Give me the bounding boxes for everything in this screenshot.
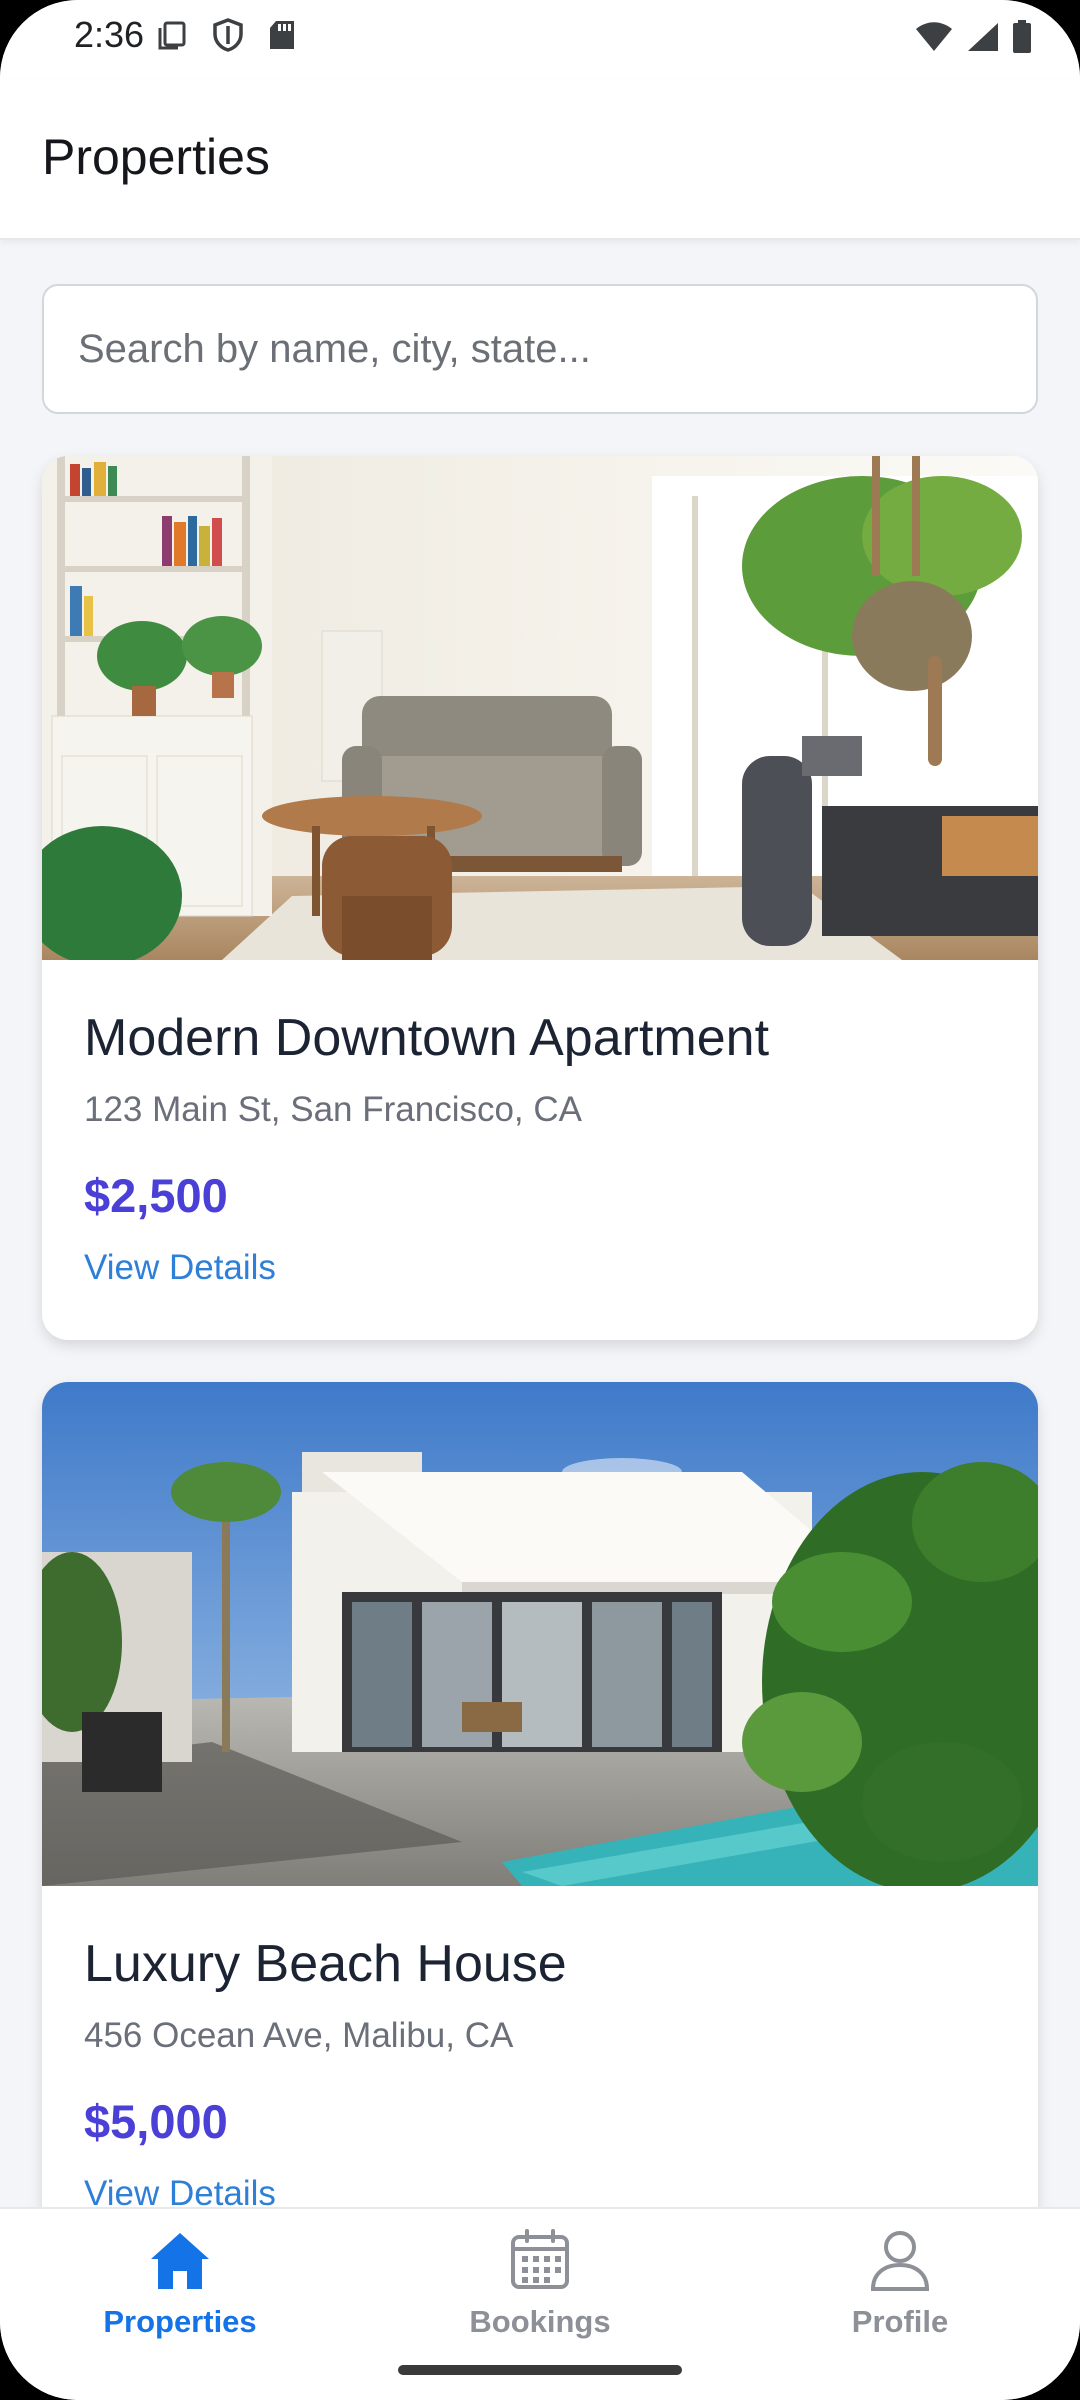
battery-icon bbox=[1012, 20, 1032, 59]
nav-item-properties[interactable]: Properties bbox=[30, 2229, 330, 2359]
property-title: Modern Downtown Apartment bbox=[84, 1009, 770, 1067]
search-input[interactable] bbox=[44, 286, 1036, 412]
property-price: $2,500 bbox=[84, 1169, 228, 1222]
nav-label: Profile bbox=[851, 2304, 949, 2339]
living-room-photo bbox=[42, 456, 1038, 960]
property-title: Luxury Beach House bbox=[84, 1935, 567, 1993]
sd-card-icon bbox=[268, 19, 296, 56]
status-time: 2:36 bbox=[74, 14, 145, 55]
person-icon bbox=[869, 2229, 931, 2296]
property-address: 123 Main St, San Francisco, CA bbox=[84, 1090, 582, 1129]
wifi-icon bbox=[914, 21, 954, 58]
search-box[interactable] bbox=[42, 284, 1038, 414]
nav-label: Bookings bbox=[469, 2304, 611, 2339]
page-title: Properties bbox=[42, 129, 270, 185]
status-right-icons bbox=[914, 20, 1032, 59]
property-card[interactable]: Luxury Beach House 456 Ocean Ave, Malibu… bbox=[42, 1382, 1038, 2282]
beach-house-photo bbox=[42, 1382, 1038, 1886]
nav-item-profile[interactable]: Profile bbox=[750, 2229, 1050, 2359]
status-bar: 2:36 bbox=[0, 0, 1080, 80]
status-left-icons bbox=[156, 18, 296, 57]
view-details-link[interactable]: View Details bbox=[84, 1248, 276, 1288]
copy-icon bbox=[156, 19, 188, 56]
phone-screen: 2:36 Properties Search by name, city, st… bbox=[0, 0, 1080, 2400]
property-card[interactable]: Modern Downtown Apartment 123 Main St, S… bbox=[42, 456, 1038, 1340]
shield-icon bbox=[212, 18, 244, 57]
gesture-bar[interactable] bbox=[398, 2365, 682, 2375]
home-icon bbox=[147, 2229, 213, 2296]
nav-label: Properties bbox=[103, 2304, 257, 2339]
signal-icon bbox=[966, 21, 1000, 58]
property-address: 456 Ocean Ave, Malibu, CA bbox=[84, 2016, 514, 2055]
property-price: $5,000 bbox=[84, 2095, 228, 2148]
nav-item-bookings[interactable]: Bookings bbox=[390, 2229, 690, 2359]
calendar-icon bbox=[509, 2229, 571, 2296]
app-bar: Properties bbox=[0, 80, 1080, 240]
